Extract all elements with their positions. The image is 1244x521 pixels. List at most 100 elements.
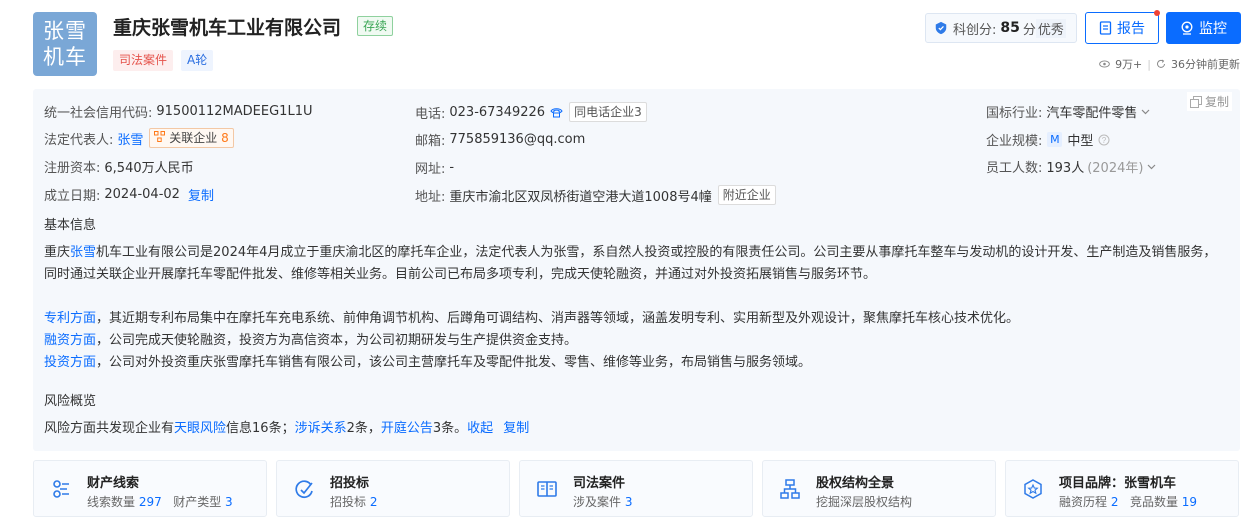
risk-text-1: 风险方面共发现企业有 <box>44 421 175 436</box>
panel-copy-button[interactable]: 复制 <box>1187 92 1233 111</box>
summary-name-link[interactable]: 张雪 <box>70 245 96 260</box>
email-label: 邮箱: <box>415 134 446 149</box>
founded-value: 2024-04-02 <box>104 187 180 202</box>
email-row: 邮箱: 775859136@qq.com <box>415 130 585 149</box>
panel-copy-label: 复制 <box>1205 95 1230 109</box>
founded-row: 成立日期: 2024-04-02 复制 <box>44 185 214 204</box>
card-sub-value: 3 <box>624 495 633 509</box>
summary-paragraph: 重庆张雪机车工业有限公司是2024年4月成立于重庆渝北区的摩托车企业，法定代表人… <box>44 242 1224 286</box>
related-label: 关联企业 <box>169 131 218 145</box>
tag-funding-round[interactable]: A轮 <box>181 50 214 71</box>
founded-label: 成立日期: <box>44 189 101 204</box>
card-sub-value: 3 <box>225 495 233 509</box>
invest-text: ，公司对外投资重庆张雪摩托车销售有限公司，该公司主营摩托车及零配件批发、零售、维… <box>96 355 812 370</box>
brand-star-icon <box>1024 479 1042 499</box>
bidding-icon <box>295 480 313 499</box>
property-clue-icon <box>53 480 69 498</box>
notification-dot <box>1154 10 1160 16</box>
chevron-down-icon[interactable] <box>1141 109 1150 115</box>
logo-line2: 机车 <box>43 45 87 69</box>
score-value: 85 <box>1000 20 1020 36</box>
patent-paragraph: 专利方面，其近期专利布局集中在摩托车充电系统、前伸角调节机构、后蹲角可调结构、消… <box>44 308 1224 330</box>
basic-info-title: 基本信息 <box>44 218 97 233</box>
card-subtitle: 线索数量 297 财产类型 3 <box>87 493 233 510</box>
risk-copy-button[interactable]: 复制 <box>503 421 529 436</box>
risk-text-3: 2条， <box>346 421 381 436</box>
status-badge: 存续 <box>357 16 394 36</box>
meta-line: 9万+ | 36分钟前更新 <box>1099 56 1240 72</box>
patent-text: ，其近期专利布局集中在摩托车充电系统、前伸角调节机构、后蹲角可调结构、消声器等领… <box>96 311 1020 326</box>
monitor-button[interactable]: 监控 <box>1166 12 1241 44</box>
phone-icon[interactable] <box>550 107 563 118</box>
credit-code-row: 统一社会信用代码: 91500112MADEEG1L1U <box>44 102 312 121</box>
related-companies-tag[interactable]: 关联企业 8 <box>149 128 234 148</box>
card-sub-label: 竞品数量 <box>1129 495 1178 509</box>
scale-badge: M <box>1047 132 1063 147</box>
legal-rep-label: 法定代表人: <box>44 132 114 148</box>
tech-score-box[interactable]: 科创分: 85 分 优秀 <box>925 13 1077 43</box>
shield-icon <box>935 21 947 35</box>
invest-link[interactable]: 投资方面 <box>44 355 96 370</box>
help-icon[interactable]: ? <box>1098 134 1110 146</box>
collapse-button[interactable]: 收起 <box>467 421 493 436</box>
tag-judicial[interactable]: 司法案件 <box>113 50 174 71</box>
refresh-icon[interactable] <box>1156 59 1166 69</box>
card-title: 股权结构全景 <box>816 476 895 491</box>
summary-prefix: 重庆 <box>44 245 71 260</box>
risk-link-hearing[interactable]: 开庭公告 <box>381 421 433 436</box>
card-subtitle: 涉及案件 3 <box>573 493 632 510</box>
risk-text-4: 3条。 <box>432 421 468 436</box>
legal-rep-link[interactable]: 张雪 <box>117 129 143 148</box>
card-sub-value: 2 <box>369 495 378 509</box>
credit-code-value: 91500112MADEEG1L1U <box>156 104 313 119</box>
card-sub-value: 19 <box>1181 495 1198 509</box>
card-sub-label: 涉及案件 <box>573 495 622 509</box>
copy-founded-button[interactable]: 复制 <box>188 185 214 204</box>
scale-value: 中型 <box>1067 134 1094 149</box>
document-icon <box>1099 21 1112 35</box>
view-count: 9万+ <box>1115 58 1143 71</box>
network-icon <box>154 131 166 142</box>
same-phone-tag[interactable]: 同电话企业3 <box>569 102 647 122</box>
chevron-down-icon[interactable] <box>1147 164 1156 170</box>
risk-text-2: 信息16条； <box>226 421 295 436</box>
risk-link-tianyan[interactable]: 天眼风险 <box>174 421 226 436</box>
phone-value: 023-67349226 <box>449 104 546 120</box>
finance-link[interactable]: 融资方面 <box>44 333 96 348</box>
industry-value[interactable]: 汽车零配件零售 <box>1046 102 1137 121</box>
capital-label: 注册资本: <box>44 161 101 176</box>
card-title: 司法案件 <box>573 476 626 491</box>
card-subtitle: 挖掘深层股权结构 <box>816 495 913 509</box>
report-label: 报告 <box>1117 21 1145 37</box>
copy-icon <box>1190 95 1202 108</box>
card-sub-value: 2 <box>1110 495 1119 509</box>
credit-code-label: 统一社会信用代码: <box>44 106 153 121</box>
nearby-companies-tag[interactable]: 附近企业 <box>717 185 776 205</box>
same-phone-label: 同电话企业 <box>574 105 635 119</box>
staff-label: 员工人数: <box>986 161 1043 176</box>
card-title: 财产线索 <box>87 476 140 491</box>
report-button[interactable]: 报告 <box>1085 12 1159 44</box>
card-property-clues[interactable]: 财产线索 线索数量 297 财产类型 3 <box>33 460 267 517</box>
email-value[interactable]: 775859136@qq.com <box>449 132 585 147</box>
capital-row: 注册资本: 6,540万人民币 <box>44 157 194 176</box>
address-label: 地址: <box>415 189 446 205</box>
card-equity-structure[interactable]: 股权结构全景 挖掘深层股权结构 <box>762 460 996 517</box>
summary-text: 机车工业有限公司是2024年4月成立于重庆渝北区的摩托车企业，法定代表人为张雪，… <box>44 245 1217 282</box>
scale-label: 企业规模: <box>986 134 1043 149</box>
risk-paragraph: 风险方面共发现企业有天眼风险信息16条；涉诉关系2条，开庭公告3条。收起 复制 <box>44 418 1224 440</box>
staff-year: (2024年) <box>1087 161 1144 176</box>
finance-text: ，公司完成天使轮融资，投资方为高信资本，为公司初期研发与生产提供资金支持。 <box>96 333 578 348</box>
scale-row: 企业规模: M 中型 ? <box>986 130 1110 149</box>
staff-row: 员工人数: 193人 (2024年) <box>986 157 1156 176</box>
card-judicial-cases[interactable]: 司法案件 涉及案件 3 <box>519 460 753 517</box>
logo-line1: 张雪 <box>43 19 87 43</box>
phone-label: 电话: <box>415 106 446 122</box>
patent-link[interactable]: 专利方面 <box>44 311 96 326</box>
risk-link-lawsuit[interactable]: 涉诉关系 <box>295 421 347 436</box>
score-label: 科创分: <box>953 22 997 38</box>
same-phone-count: 3 <box>634 105 642 119</box>
card-project-brand[interactable]: 项目品牌：张雪机车 融资历程 2 竞品数量 19 <box>1005 460 1239 517</box>
card-bidding[interactable]: 招投标 招投标 2 <box>276 460 510 517</box>
card-sub-label: 财产类型 <box>173 495 222 509</box>
